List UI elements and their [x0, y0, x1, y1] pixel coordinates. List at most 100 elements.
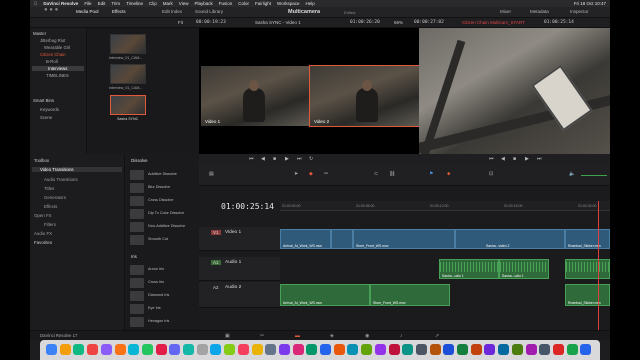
clip-thumbnail[interactable] [110, 64, 146, 84]
effects-button[interactable]: Effects [112, 9, 126, 14]
bin-item[interactable]: Jitterbug Riot [40, 38, 65, 43]
dock-app-icon[interactable] [415, 344, 427, 355]
dock-app-icon[interactable] [73, 344, 85, 355]
volume-icon[interactable]: 🔈 [569, 171, 575, 177]
dock-app-icon[interactable] [580, 344, 592, 355]
volume-slider[interactable] [581, 175, 607, 176]
multicam-angle-1[interactable]: Video 1 [201, 66, 310, 126]
dock-app-icon[interactable] [278, 344, 290, 355]
dock-app-icon[interactable] [333, 344, 345, 355]
timeline-name[interactable]: Citizen Chain Multicam_START [462, 20, 525, 25]
menu-file[interactable]: File [84, 1, 91, 6]
stop-icon[interactable]: ■ [273, 156, 276, 162]
dock-app-icon[interactable] [374, 344, 386, 355]
skip-end-icon[interactable]: ⏭ [297, 156, 302, 162]
menu-mark[interactable]: Mark [163, 1, 173, 6]
playhead[interactable] [598, 201, 599, 330]
menu-fusion[interactable]: Fusion [219, 1, 233, 6]
program-skip-end-icon[interactable]: ⏭ [537, 156, 542, 162]
source-zoom[interactable]: Fit [178, 20, 183, 25]
dock-app-icon[interactable] [155, 344, 167, 355]
clip-thumbnail-selected[interactable] [110, 95, 146, 115]
deliver-page-icon[interactable]: ➚ [435, 333, 439, 339]
track-header-v1[interactable]: V1 Video 1 [199, 227, 280, 251]
audio-clip[interactable]: Store_Front_WS.mov [370, 284, 450, 306]
metadata-button[interactable]: Metadata [530, 9, 549, 14]
dock-app-icon[interactable] [183, 344, 194, 355]
dock-app-icon[interactable] [388, 344, 400, 355]
timeline-viewer[interactable] [419, 28, 610, 154]
transition-item[interactable]: Hexagon Iris [128, 316, 196, 328]
dock-app-icon[interactable] [100, 344, 112, 355]
transition-item[interactable]: Additive Dissolve [128, 169, 196, 181]
fx-effects[interactable]: Effects [44, 204, 57, 209]
dock-app-icon[interactable] [237, 344, 249, 355]
skip-start-icon[interactable]: ⏮ [249, 156, 254, 162]
audio-clip[interactable]: Sasha...udio 1 [499, 259, 549, 279]
bin-item[interactable]: Wearable Girl [44, 45, 70, 50]
menu-timeline[interactable]: Timeline [126, 1, 143, 6]
cut-page-icon[interactable]: ✂ [260, 333, 264, 339]
menu-app[interactable]: DaVinci Resolve [43, 1, 78, 6]
smart-bin-scene[interactable]: Scene [40, 115, 52, 120]
dock-app-icon[interactable] [87, 344, 99, 355]
zoom-full-icon[interactable]: ⊡ [489, 171, 493, 177]
video-clip[interactable] [331, 229, 353, 249]
fusion-page-icon[interactable]: ◈ [330, 333, 334, 339]
selection-tool-icon[interactable]: ➤ [294, 171, 298, 177]
clip-thumbnail[interactable] [110, 34, 146, 54]
menu-playback[interactable]: Playback [194, 1, 212, 6]
play-icon[interactable]: ▶ [285, 156, 289, 162]
fx-open-fx[interactable]: Open FX [34, 213, 52, 218]
fx-titles[interactable]: Titles [44, 186, 54, 191]
fx-filters[interactable]: Filters [44, 222, 56, 227]
dock-app-icon[interactable] [320, 344, 331, 355]
dock-app-icon[interactable] [46, 344, 57, 355]
bin-item[interactable]: TIMELINES [46, 73, 69, 78]
media-page-icon[interactable]: ▣ [225, 333, 230, 339]
dock-app-icon[interactable] [251, 344, 263, 355]
dock-app-icon[interactable] [265, 344, 277, 355]
marker-icon[interactable]: ⬥ [447, 171, 451, 177]
menu-clip[interactable]: Clip [149, 1, 157, 6]
transition-item[interactable]: Cross Dissolve [128, 195, 196, 207]
video-clip[interactable]: Arrival_At_Work_WS.mov [280, 229, 331, 249]
transition-item[interactable]: Non-Additive Dissolve [128, 221, 196, 233]
track-header-a2[interactable]: A2 Audio 2 [199, 282, 280, 308]
dock-app-icon[interactable] [539, 344, 551, 355]
bin-item-selected[interactable]: Interviews [32, 66, 84, 71]
media-pool-button[interactable]: Media Pool [76, 9, 99, 14]
track-header-a1[interactable]: A1 Audio 1 [199, 257, 280, 281]
mixer-button[interactable]: Mixer [500, 9, 511, 14]
video-clip[interactable]: Sasha...video 2 [455, 229, 565, 249]
audio-clip[interactable]: Arrival_At_Work_WS.mov [280, 284, 370, 306]
transition-item[interactable]: Eye Iris [128, 303, 196, 315]
dock-app-icon[interactable] [429, 344, 441, 355]
dock-app-icon[interactable] [566, 344, 578, 355]
transition-item[interactable]: Cross Iris [128, 277, 196, 289]
dock-app-icon[interactable] [210, 344, 222, 355]
fx-video-transitions[interactable]: Video Transitions [32, 167, 122, 172]
trim-tool-icon[interactable]: ◆ [309, 171, 313, 177]
dock-app-icon[interactable] [470, 344, 482, 355]
inspector-button[interactable]: Inspector [570, 9, 589, 14]
bin-master[interactable]: Master [33, 31, 46, 36]
smart-bin-keywords[interactable]: Keywords [40, 107, 59, 112]
dock-app-icon[interactable] [306, 344, 318, 355]
menu-view[interactable]: View [179, 1, 189, 6]
blade-tool-icon[interactable]: ✂ [324, 171, 328, 177]
edit-page-icon[interactable]: ▬ [295, 333, 300, 339]
fx-audio-transitions[interactable]: Audio Transitions [44, 177, 78, 182]
snapping-icon[interactable]: ⊂ [374, 171, 378, 177]
dock-app-icon[interactable] [402, 344, 414, 355]
dock-app-icon[interactable] [484, 344, 496, 355]
audio-clip[interactable] [565, 259, 610, 279]
loop-icon[interactable]: ↻ [309, 156, 313, 162]
dock-app-icon[interactable] [224, 344, 236, 355]
audio-clip[interactable]: Sasha...udio 1 [439, 259, 499, 279]
video-clip[interactable]: Store_Front_WS.mov [353, 229, 455, 249]
program-skip-start-icon[interactable]: ⏮ [489, 156, 494, 162]
menu-color[interactable]: Color [238, 1, 249, 6]
dock-app-icon[interactable] [59, 344, 71, 355]
dock-app-icon[interactable] [196, 344, 208, 355]
